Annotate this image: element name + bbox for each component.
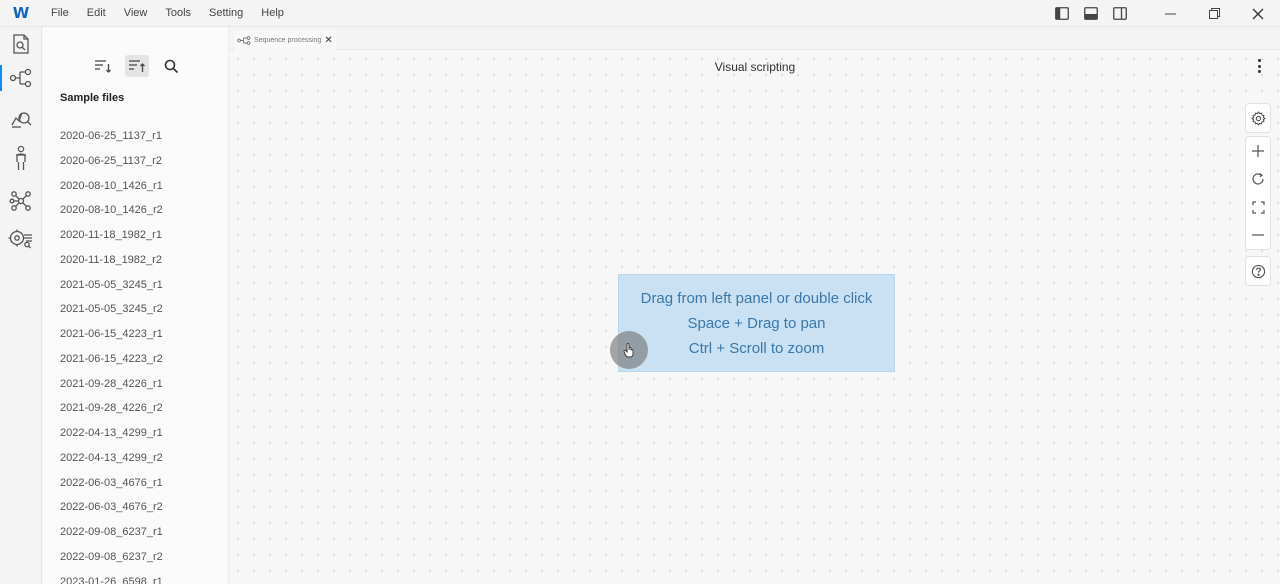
menu-edit[interactable]: Edit: [78, 7, 115, 19]
hint-line: Space + Drag to pan: [687, 314, 826, 332]
hint-line: Ctrl + Scroll to zoom: [688, 339, 825, 357]
file-item[interactable]: 2023-01-26_6598_r1: [60, 570, 163, 584]
minimize-icon[interactable]: [1148, 0, 1192, 27]
mouse-cursor-highlight: [610, 331, 648, 369]
settings-search-icon[interactable]: [0, 222, 42, 256]
file-item[interactable]: 2022-06-03_4676_r2: [60, 495, 163, 520]
file-item[interactable]: 2021-05-05_3245_r2: [60, 297, 163, 322]
file-item[interactable]: 2020-11-18_1982_r2: [60, 248, 163, 273]
file-search-icon[interactable]: [0, 27, 42, 61]
close-icon[interactable]: [1236, 0, 1280, 27]
hint-line: Drag from left panel or double click: [640, 289, 873, 307]
help-control: [1245, 256, 1271, 286]
reset-rotate-icon[interactable]: [1245, 165, 1271, 193]
human-body-icon[interactable]: [0, 141, 42, 175]
molecule-network-icon[interactable]: [0, 184, 42, 218]
menu-setting[interactable]: Setting: [200, 7, 252, 19]
editor-tab-bar: Sequence processing ✕: [230, 27, 1280, 50]
file-item[interactable]: 2021-06-15_4223_r1: [60, 322, 163, 347]
search-icon[interactable]: [159, 55, 183, 77]
help-icon[interactable]: [1245, 257, 1271, 285]
sort-ascending-icon[interactable]: [91, 55, 115, 77]
menu-tools[interactable]: Tools: [156, 7, 200, 19]
file-item[interactable]: 2020-11-18_1982_r1: [60, 223, 163, 248]
visual-scripting-icon: [237, 36, 251, 45]
sample-files-panel: Sample files 2020-06-25_1137_r1 2020-06-…: [43, 27, 229, 584]
visual-scripting-canvas[interactable]: Visual scripting Drag from left panel or…: [230, 51, 1280, 584]
file-item[interactable]: 2022-09-08_6237_r2: [60, 545, 163, 570]
menu-file[interactable]: File: [42, 7, 78, 19]
bottom-panel-icon[interactable]: [1076, 0, 1105, 27]
canvas-hint-box: Drag from left panel or double click Spa…: [618, 274, 895, 372]
zoom-in-icon[interactable]: [1245, 137, 1271, 165]
right-panel-icon[interactable]: [1105, 0, 1134, 27]
file-item[interactable]: 2022-09-08_6237_r1: [60, 520, 163, 545]
panel-title: Sample files: [60, 92, 125, 104]
app-logo: W: [12, 4, 30, 22]
file-item[interactable]: 2022-04-13_4299_r2: [60, 446, 163, 471]
zoom-controls: [1245, 136, 1271, 250]
more-options-icon[interactable]: [1256, 59, 1262, 73]
file-item[interactable]: 2021-09-28_4226_r1: [60, 372, 163, 397]
tab-sequence-processing[interactable]: Sequence processing ✕: [234, 31, 336, 50]
analysis-zoom-icon[interactable]: [0, 101, 42, 135]
canvas-title: Visual scripting: [714, 60, 796, 74]
activity-bar: [0, 27, 42, 584]
zoom-out-icon[interactable]: [1245, 221, 1271, 249]
file-item[interactable]: 2020-06-25_1137_r2: [60, 149, 163, 174]
file-item[interactable]: 2022-06-03_4676_r1: [60, 471, 163, 496]
file-item[interactable]: 2020-06-25_1137_r1: [60, 124, 163, 149]
settings-gear-icon[interactable]: [1245, 104, 1271, 132]
left-panel-icon[interactable]: [1047, 0, 1076, 27]
hand-cursor-icon: [623, 343, 634, 358]
file-item[interactable]: 2022-04-13_4299_r1: [60, 421, 163, 446]
tab-close-icon[interactable]: ✕: [324, 35, 332, 46]
settings-control: [1245, 103, 1271, 133]
file-item[interactable]: 2021-05-05_3245_r1: [60, 273, 163, 298]
menu-bar: File Edit View Tools Setting Help: [42, 7, 293, 19]
panel-toolbar: [91, 55, 183, 77]
menu-view[interactable]: View: [115, 7, 157, 19]
tab-label: Sequence processing: [254, 37, 322, 44]
file-item[interactable]: 2020-08-10_1426_r1: [60, 174, 163, 199]
restore-icon[interactable]: [1192, 0, 1236, 27]
visual-scripting-icon[interactable]: [0, 61, 42, 95]
sort-descending-icon[interactable]: [125, 55, 149, 77]
file-item[interactable]: 2021-09-28_4226_r2: [60, 396, 163, 421]
window-controls: [1047, 0, 1280, 27]
title-bar: W File Edit View Tools Setting Help: [0, 0, 1280, 27]
file-item[interactable]: 2021-06-15_4223_r2: [60, 347, 163, 372]
file-list: 2020-06-25_1137_r1 2020-06-25_1137_r2 20…: [60, 124, 163, 584]
menu-help[interactable]: Help: [252, 7, 293, 19]
file-item[interactable]: 2020-08-10_1426_r2: [60, 198, 163, 223]
fit-view-icon[interactable]: [1245, 193, 1271, 221]
